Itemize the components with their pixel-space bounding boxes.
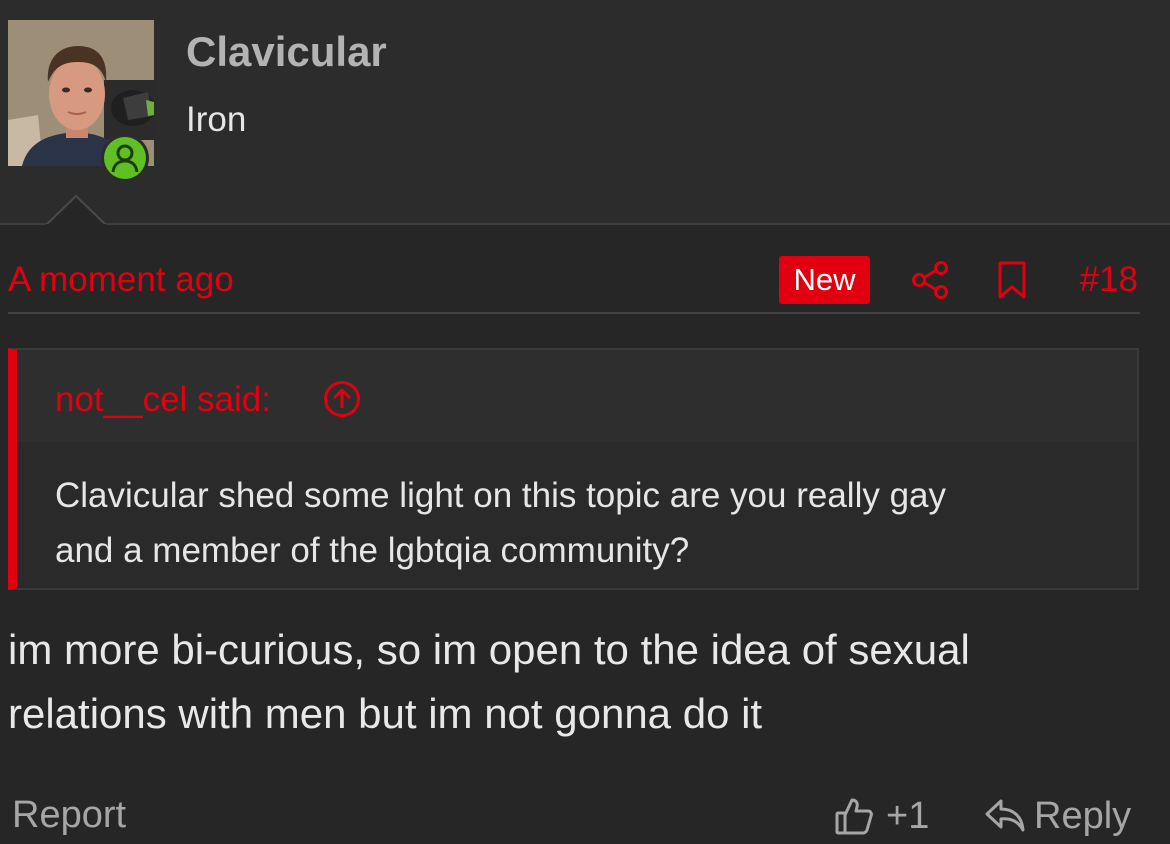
header-pointer (46, 194, 106, 226)
quote-header: not__cel said: (17, 350, 1137, 442)
message-line: relations with men but im not gonna do i… (8, 690, 763, 737)
quote-line: and a member of the lgbtqia community? (55, 531, 690, 570)
bookmark-icon[interactable] (996, 260, 1028, 300)
message-line: im more bi-curious, so im open to the id… (8, 626, 970, 673)
user-header: Clavicular Iron (0, 0, 1170, 225)
quote-author[interactable]: not__cel said: (55, 380, 271, 420)
post-number-link[interactable]: #18 (1080, 260, 1138, 300)
quote-block: not__cel said: Clavicular shed some ligh… (8, 348, 1139, 590)
quote-text: Clavicular shed some light on this topic… (55, 468, 1115, 578)
new-badge: New (779, 256, 870, 304)
like-count: +1 (886, 794, 930, 837)
online-status-badge (101, 134, 149, 182)
username[interactable]: Clavicular (186, 28, 387, 76)
reply-label: Reply (1034, 794, 1132, 837)
quote-line: Clavicular shed some light on this topic… (55, 476, 946, 515)
user-title: Iron (186, 100, 247, 139)
like-button[interactable]: +1 (834, 792, 929, 840)
post-timestamp[interactable]: A moment ago (8, 260, 234, 300)
post-meta-row: A moment ago New #18 (8, 252, 1140, 314)
post-message: im more bi-curious, so im open to the id… (8, 618, 1158, 746)
thumbs-up-icon[interactable] (834, 796, 874, 836)
arrow-circle-up-icon[interactable] (323, 380, 361, 418)
user-icon (111, 144, 139, 173)
report-button[interactable]: Report (12, 794, 126, 837)
reply-arrow-icon[interactable] (984, 797, 1026, 835)
reply-button[interactable]: Reply (984, 792, 1131, 840)
share-icon[interactable] (910, 260, 950, 300)
